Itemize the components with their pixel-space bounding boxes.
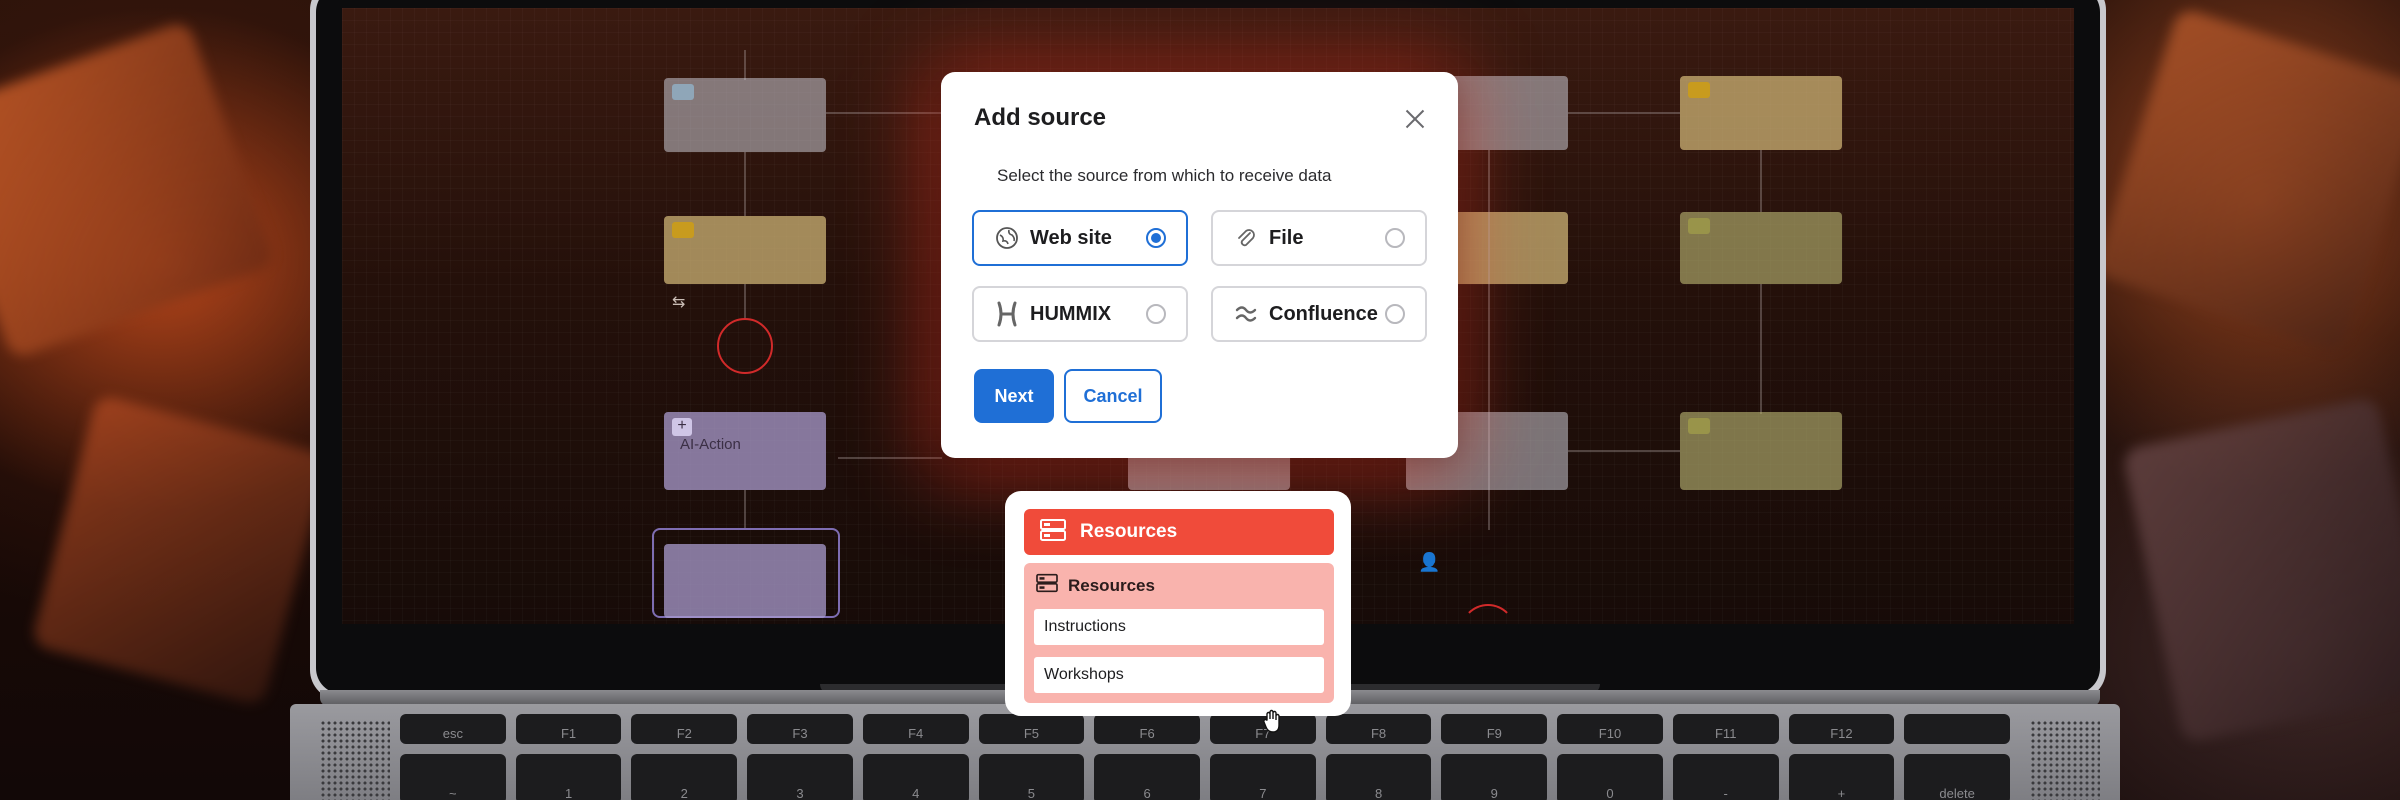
keyboard-key: F4 [862,714,969,744]
add-icon: + [672,418,692,436]
workflow-node[interactable] [664,544,826,618]
source-option-confluence[interactable]: Confluence [1211,286,1427,342]
source-option-hummix[interactable]: HUMMIX [972,286,1188,342]
ai-action-label: AI-Action [680,436,741,453]
node-icon [1688,418,1710,434]
keyboard-key: F6 [1094,714,1200,744]
keyboard-key: F1 [515,714,622,744]
option-label: Confluence [1269,302,1378,325]
workflow-end-node[interactable] [717,318,773,374]
keyboard-key: 3 [747,754,853,800]
hummix-logo-icon [994,301,1020,327]
source-option-website[interactable]: Web site [972,210,1188,266]
server-icon [1040,518,1066,547]
resource-item-instructions[interactable]: Instructions [1034,609,1324,645]
connector-line [744,284,746,320]
resources-group-title: Resources [1036,573,1155,598]
radio-unselected[interactable] [1146,304,1166,324]
keyboard-key: F8 [1325,714,1432,744]
workflow-node[interactable] [664,78,826,152]
keyboard-key: F9 [1441,714,1548,744]
keyboard-key: 0 [1557,754,1663,800]
connector-line [744,50,746,80]
radio-unselected[interactable] [1385,228,1405,248]
swap-icon: ⇆ [672,294,686,311]
keyboard-key: 7 [1210,754,1316,800]
keyboard-key: F3 [747,714,853,744]
connector-line [1760,150,1762,212]
keyboard-key: 5 [978,754,1085,800]
paperclip-icon [1233,225,1259,251]
connector-line [1568,450,1680,452]
keyboard-key: 4 [862,754,969,800]
ai-action-node[interactable]: + AI-Action [664,412,826,490]
keyboard-key: 2 [631,754,738,800]
source-option-file[interactable]: File [1211,210,1427,266]
keyboard-key: F11 [1672,714,1779,744]
keyboard-key: F12 [1788,714,1895,744]
connector-line [744,490,746,530]
option-label: HUMMIX [1030,302,1112,325]
cancel-button[interactable]: Cancel [1064,369,1162,423]
radio-selected[interactable] [1146,228,1166,248]
node-icon [672,84,694,100]
keyboard-key: delete [1904,754,2010,800]
dialog-subtitle: Select the source from which to receive … [997,166,1332,185]
server-icon [1036,573,1058,598]
node-icon [672,222,694,238]
workflow-node[interactable] [1680,76,1842,150]
resource-item-workshops[interactable]: Workshops [1034,657,1324,693]
workflow-end-node[interactable] [1460,604,1516,660]
speaker-grille [2030,720,2100,800]
connector-line [1568,112,1680,114]
node-icon [1688,82,1710,98]
workflow-node[interactable] [1680,212,1842,284]
add-source-dialog: Add source Select the source from which … [941,72,1458,458]
keyboard: esc F1 F2 F3 F4 F5 F6 F7 F8 F9 F10 F11 F12 ~1 2 3 4 5 6 7 8 9… [400,714,2010,800]
keyboard-key: + [1788,754,1895,800]
radio-unselected[interactable] [1385,304,1405,324]
keyboard-key: F5 [978,714,1085,744]
close-icon[interactable] [1402,106,1428,132]
confluence-logo-icon [1233,301,1259,327]
next-button[interactable]: Next [974,369,1054,423]
keyboard-key: esc [400,714,506,744]
resources-group: Resources Instructions Workshops [1024,563,1334,703]
keyboard-key: 6 [1094,754,1200,800]
keyboard-key: - [1672,754,1779,800]
connector-line [744,152,746,216]
globe-icon [994,225,1020,251]
resources-header[interactable]: Resources [1024,509,1334,555]
keyboard-key: F2 [631,714,738,744]
connector-line [1760,284,1762,414]
keyboard-key: 8 [1325,754,1432,800]
option-label: Web site [1030,226,1112,249]
node-icon [1688,218,1710,234]
keyboard-key: 9 [1441,754,1548,800]
speaker-grille [320,720,390,800]
resources-group-label: Resources [1068,575,1155,595]
workflow-node[interactable] [1680,412,1842,490]
keyboard-key: F10 [1557,714,1663,744]
grab-cursor-icon [1262,708,1284,734]
option-label: File [1269,226,1304,249]
keyboard-key [1904,714,2010,744]
dialog-title: Add source [974,104,1107,131]
user-icon: 👤 [1418,552,1441,572]
keyboard-key: ~ [400,754,506,800]
resources-header-label: Resources [1080,521,1178,542]
workflow-node[interactable] [664,216,826,284]
keyboard-key: 1 [515,754,622,800]
resources-panel: Resources Resources Instructions Worksho… [1005,491,1351,716]
